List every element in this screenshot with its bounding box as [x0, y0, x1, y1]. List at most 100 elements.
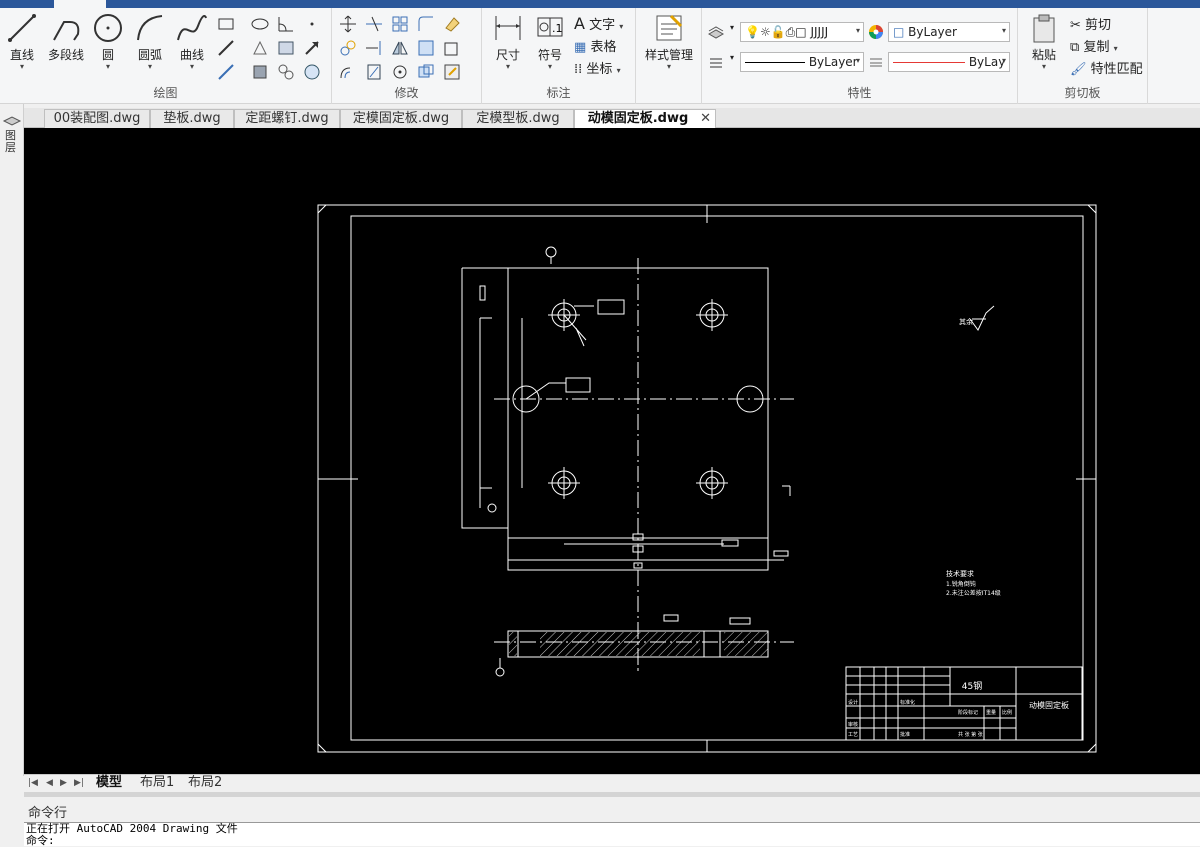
curve-button[interactable]: 曲线 ▾	[172, 12, 212, 71]
construction-line-icon[interactable]	[216, 38, 236, 58]
command-line-output[interactable]: 正在打开 AutoCAD 2004 Drawing 文件 命令:	[24, 822, 1200, 847]
cad-drawing[interactable]: 其余 技术要求 1.锐角倒钝 2.未注公差按IT14级 45钢 动模固定板 阶段…	[24, 128, 1200, 774]
trim-icon[interactable]	[364, 14, 384, 34]
block-icon[interactable]	[250, 62, 270, 82]
scissors-icon: ✂	[1070, 18, 1081, 33]
dimension-angle-icon[interactable]	[276, 14, 296, 34]
doc-tab[interactable]: 定模型板.dwg	[462, 109, 574, 128]
layer-manager-icon[interactable]	[706, 22, 726, 42]
insert-block-icon[interactable]	[276, 62, 296, 82]
mirror-icon[interactable]	[390, 38, 410, 58]
doc-tab[interactable]: 垫板.dwg	[150, 109, 234, 128]
match-properties-button[interactable]: 🖌 特性匹配	[1070, 58, 1143, 77]
point-icon[interactable]	[302, 14, 322, 34]
arc-button[interactable]: 圆弧 ▾	[130, 12, 170, 71]
chevron-down-icon: ▾	[1001, 26, 1006, 35]
command-prompt[interactable]: 命令:	[26, 835, 1200, 847]
command-line-header: 命令行	[24, 792, 1200, 822]
next-layout-icon[interactable]: ▶	[60, 778, 67, 788]
circle-label: 圆	[101, 48, 114, 62]
explode-icon[interactable]	[364, 62, 384, 82]
copy-label: 复制	[1083, 40, 1110, 55]
layout-tab-model[interactable]: 模型	[96, 775, 122, 792]
hatch-icon[interactable]	[250, 38, 270, 58]
rotate-icon[interactable]	[390, 62, 410, 82]
linetype-combo[interactable]: ByLayer ▾	[740, 52, 864, 72]
lineweight-list-icon[interactable]	[706, 52, 726, 72]
layer-panel-icon[interactable]	[2, 112, 22, 128]
table-button[interactable]: ▦ 表格	[574, 36, 616, 55]
color-wheel-icon[interactable]	[866, 22, 886, 42]
polyline-button[interactable]: 多段线	[44, 12, 88, 63]
layout-tab-1[interactable]: 布局1	[140, 775, 174, 792]
table-icon: ▦	[574, 40, 587, 55]
doc-tab[interactable]: 00装配图.dwg	[44, 109, 150, 128]
prev-layout-icon[interactable]: ◀	[46, 778, 53, 788]
sheet-inner-border	[350, 215, 1084, 741]
layout-tab-2[interactable]: 布局2	[188, 775, 222, 792]
cut-label: 剪切	[1085, 18, 1112, 33]
title-block-std: 标准化	[900, 699, 915, 706]
chevron-down-icon[interactable]: ▾	[730, 53, 734, 62]
copy-button[interactable]: ⧉ 复制 ▾	[1070, 36, 1118, 55]
symbol-button[interactable]: .1 符号 ▾	[530, 12, 570, 71]
erase-icon[interactable]	[442, 14, 462, 34]
layer-strip-label[interactable]: 图层	[5, 130, 19, 154]
cut-button[interactable]: ✂ 剪切	[1070, 14, 1111, 33]
match-label: 特性匹配	[1090, 62, 1143, 77]
tech-req-title: 技术要求	[946, 569, 974, 578]
curve-label: 曲线	[179, 48, 204, 62]
array-icon[interactable]	[390, 14, 410, 34]
title-block-stage: 阶段标记	[958, 709, 978, 716]
ellipse-icon[interactable]	[250, 14, 270, 34]
arrow-icon[interactable]	[302, 38, 322, 58]
corner-marks	[317, 204, 1097, 753]
properties-edit-icon[interactable]	[442, 62, 462, 82]
color-swatch-icon: □	[795, 25, 807, 39]
circle-button[interactable]: 圆 ▾	[88, 12, 128, 71]
paste-button[interactable]: 粘贴 ▾	[1024, 12, 1064, 71]
last-layout-icon[interactable]: ▶|	[74, 778, 84, 788]
chevron-down-icon: ▾	[855, 56, 860, 65]
roughness-symbol	[969, 305, 995, 331]
drawing-canvas[interactable]: 其余 技术要求 1.锐角倒钝 2.未注公差按IT14级 45钢 动模固定板 阶段…	[24, 128, 1200, 774]
close-icon[interactable]: ✕	[700, 110, 711, 128]
lineweight-value: ByLay	[968, 55, 1006, 69]
lineweight-icon[interactable]	[866, 52, 886, 72]
extend-icon[interactable]	[364, 38, 384, 58]
draw-panel-title: 绘图	[153, 86, 178, 100]
dimension-label: 尺寸	[495, 48, 520, 62]
properties-panel-title: 特性	[847, 86, 872, 100]
group-icon[interactable]	[416, 62, 436, 82]
printer-icon: ⎙	[785, 25, 796, 39]
first-layout-icon[interactable]: |◀	[28, 778, 38, 788]
fillet-icon[interactable]	[416, 14, 436, 34]
move-icon[interactable]	[338, 14, 358, 34]
layer-combo[interactable]: 💡☼🔓⎙□ JJJJJ ▾	[740, 22, 864, 42]
clipboard-panel-title: 剪切板	[1064, 86, 1101, 100]
arc-label: 圆弧	[137, 48, 162, 62]
color-combo[interactable]: □ ByLayer ▾	[888, 22, 1010, 42]
coordinate-icon: ⁞⁞	[574, 62, 583, 77]
scale-icon[interactable]	[442, 38, 462, 58]
ray-icon[interactable]	[216, 62, 236, 82]
rectangle-icon[interactable]	[216, 14, 236, 34]
region-icon[interactable]	[276, 38, 296, 58]
doc-tab[interactable]: 定距螺钉.dwg	[234, 109, 340, 128]
offset-icon[interactable]	[338, 62, 358, 82]
copy-object-icon[interactable]	[338, 38, 358, 58]
style-panel: 样式管理 ▾	[636, 8, 702, 104]
coord-button[interactable]: ⁞⁞ 坐标 ▾	[574, 58, 621, 77]
chevron-down-icon: ▾	[19, 62, 24, 71]
style-manager-button[interactable]: 样式管理 ▾	[640, 12, 698, 71]
doc-tab[interactable]: 定模固定板.dwg	[340, 109, 462, 128]
chevron-down-icon[interactable]: ▾	[730, 23, 734, 32]
text-button[interactable]: A 文字 ▾	[574, 14, 623, 33]
dimension-button[interactable]: 尺寸 ▾	[488, 12, 528, 71]
stretch-icon[interactable]	[416, 38, 436, 58]
doc-tab-active[interactable]: 动模固定板.dwg ✕	[574, 109, 716, 128]
lineweight-combo[interactable]: ByLay ▾	[888, 52, 1010, 72]
leader-dim-2	[525, 382, 566, 400]
globe-icon[interactable]	[302, 62, 322, 82]
line-button[interactable]: 直线 ▾	[2, 12, 42, 71]
